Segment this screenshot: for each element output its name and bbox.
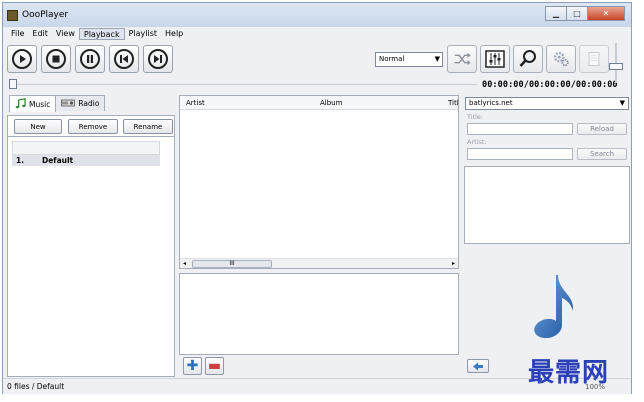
settings-button[interactable]	[546, 45, 576, 73]
equalizer-icon	[485, 50, 505, 68]
pause-button[interactable]	[75, 45, 105, 73]
cover-music-note-icon	[525, 271, 583, 339]
lyrics-source-value: batlyrics.net	[469, 99, 513, 107]
scrollbar-thumb[interactable]: III	[192, 260, 272, 268]
track-list: Artist Album Titl ◂ III ▸	[179, 95, 459, 269]
search-button[interactable]	[513, 45, 543, 73]
play-icon	[12, 49, 32, 69]
player-toolbar: Normal ▼	[3, 41, 631, 79]
reload-button[interactable]: Reload	[577, 123, 627, 135]
search-lyrics-button[interactable]: Search	[577, 148, 627, 160]
minimize-button[interactable]: ▁	[545, 6, 567, 21]
column-album[interactable]: Album	[320, 99, 342, 107]
next-icon	[148, 49, 168, 69]
stop-button[interactable]	[41, 45, 71, 73]
next-button[interactable]	[143, 45, 173, 73]
music-note-icon	[15, 97, 26, 111]
lyrics-text-area[interactable]	[464, 166, 630, 244]
playlist-list-header	[12, 141, 160, 155]
artist-field[interactable]	[467, 148, 573, 160]
shuffle-button[interactable]	[447, 45, 477, 73]
title-field[interactable]	[467, 123, 573, 135]
radio-icon	[61, 99, 76, 109]
seek-track[interactable]	[17, 84, 477, 85]
chevron-down-icon: ▼	[619, 99, 625, 107]
shuffle-icon	[454, 53, 471, 65]
playlist-item-default[interactable]: 1. Default	[12, 155, 160, 166]
pause-icon	[80, 49, 100, 69]
menu-bar: File Edit View Playback Playlist Help	[3, 27, 631, 40]
plus-icon: ✚	[186, 358, 199, 374]
app-icon	[7, 10, 18, 21]
library-panel: Music Radio New Remove Rename 1. Default	[7, 95, 175, 377]
seek-slider-handle[interactable]	[9, 79, 17, 89]
stop-icon	[46, 49, 66, 69]
playlist-list: 1. Default	[7, 137, 175, 377]
playback-mode-value: Normal	[379, 55, 405, 63]
tab-radio-label: Radio	[78, 99, 100, 108]
column-title[interactable]: Titl	[448, 99, 459, 107]
track-list-header: Artist Album Titl	[180, 96, 459, 110]
window-title: OooPlayer	[22, 10, 69, 20]
add-button[interactable]: ✚	[183, 357, 202, 375]
settings-icon	[553, 51, 569, 67]
previous-button[interactable]	[109, 45, 139, 73]
maximize-button[interactable]: □	[566, 6, 588, 21]
rename-playlist-button[interactable]: Rename	[123, 119, 173, 134]
volume-slider-handle[interactable]	[609, 63, 623, 70]
menu-playlist[interactable]: Playlist	[125, 28, 161, 40]
remove-button[interactable]: ▬	[205, 357, 224, 375]
lyrics-panel: batlyrics.net ▼ Title: Reload Artist: Se…	[463, 95, 631, 378]
playlist-item-name: Default	[42, 156, 74, 165]
playlist-item-index: 1.	[16, 156, 25, 165]
tab-music[interactable]: Music	[9, 95, 57, 112]
status-text: 0 files / Default	[7, 382, 65, 391]
equalizer-button[interactable]	[480, 45, 510, 73]
playback-mode-select[interactable]: Normal ▼	[375, 52, 443, 67]
tab-music-label: Music	[29, 99, 51, 109]
time-display: 00:00:00/00:00:00/00:00:00	[482, 80, 618, 90]
queue-list	[179, 273, 459, 355]
new-playlist-button[interactable]: New	[14, 119, 62, 134]
notes-icon	[588, 51, 600, 67]
menu-file[interactable]: File	[7, 28, 28, 40]
title-label: Title:	[467, 113, 484, 121]
lyrics-source-select[interactable]: batlyrics.net ▼	[465, 97, 629, 110]
menu-view[interactable]: View	[52, 28, 79, 40]
arrow-left-icon	[473, 362, 483, 370]
app-window: OooPlayer ▁ □ ✕ File Edit View Playback …	[2, 2, 632, 394]
scroll-left-icon[interactable]: ◂	[183, 260, 186, 267]
previous-cover-button[interactable]	[467, 359, 489, 373]
search-icon	[519, 50, 536, 67]
menu-help[interactable]: Help	[161, 28, 187, 40]
title-bar: OooPlayer ▁ □ ✕	[3, 3, 631, 27]
column-artist[interactable]: Artist	[186, 99, 205, 107]
menu-edit[interactable]: Edit	[28, 28, 52, 40]
scroll-right-icon[interactable]: ▸	[452, 260, 455, 267]
tab-radio[interactable]: Radio	[55, 95, 106, 111]
tracks-panel: Artist Album Titl ◂ III ▸ ✚ ▬	[179, 95, 459, 378]
previous-icon	[114, 49, 134, 69]
menu-playback[interactable]: Playback	[78, 27, 125, 40]
notes-button[interactable]	[579, 45, 609, 73]
volume-slider[interactable]	[609, 43, 623, 83]
remove-playlist-button[interactable]: Remove	[68, 119, 118, 134]
artist-label: Artist:	[467, 138, 487, 146]
minus-icon: ▬	[207, 358, 222, 374]
close-button[interactable]: ✕	[587, 6, 625, 21]
chevron-down-icon: ▼	[434, 55, 440, 63]
watermark-logo: 最需网	[528, 358, 610, 388]
track-list-scrollbar[interactable]: ◂ III ▸	[180, 258, 458, 268]
play-button[interactable]	[7, 45, 37, 73]
